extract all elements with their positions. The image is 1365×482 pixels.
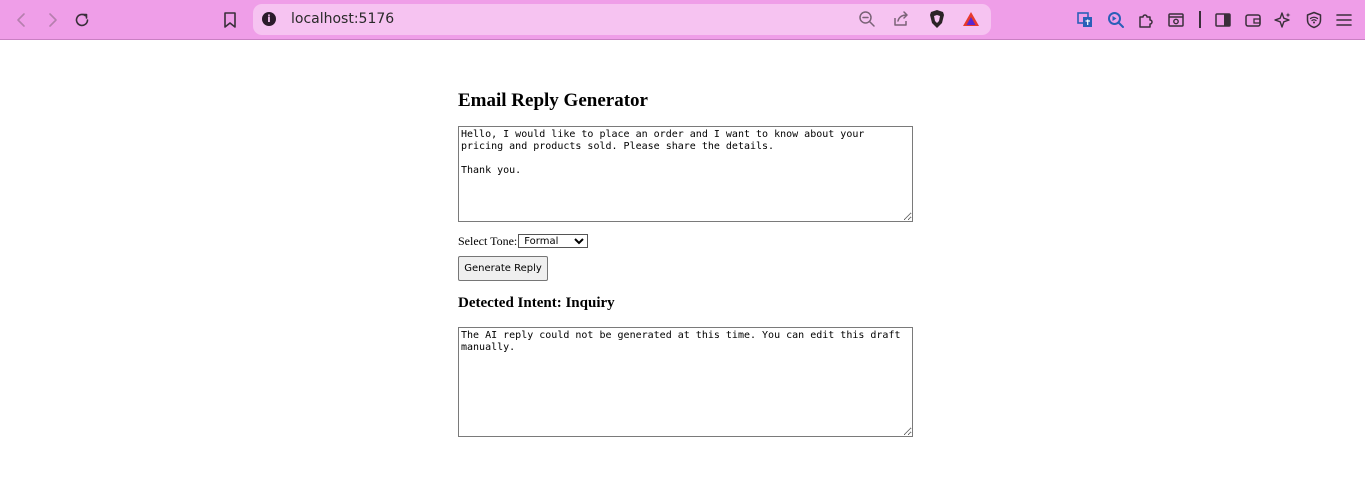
detected-intent: Detected Intent: Inquiry bbox=[458, 295, 615, 311]
reload-icon[interactable] bbox=[70, 8, 94, 32]
screenshot-icon[interactable] bbox=[1164, 8, 1188, 32]
brave-rewards-icon[interactable] bbox=[959, 7, 983, 31]
share-icon[interactable] bbox=[889, 7, 913, 31]
generate-reply-button[interactable]: Generate Reply bbox=[458, 256, 548, 281]
forward-icon[interactable] bbox=[40, 8, 64, 32]
sidebar-icon[interactable] bbox=[1211, 8, 1235, 32]
translate-icon[interactable] bbox=[1073, 8, 1097, 32]
url-text[interactable]: localhost:5176 bbox=[291, 11, 394, 27]
wallet-icon[interactable] bbox=[1241, 8, 1265, 32]
back-icon[interactable] bbox=[10, 8, 34, 32]
address-bar[interactable]: i localhost:5176 bbox=[253, 4, 991, 35]
zoom-out-icon[interactable] bbox=[855, 7, 879, 31]
bookmark-icon[interactable] bbox=[218, 8, 242, 32]
reply-output[interactable]: The AI reply could not be generated at t… bbox=[458, 327, 913, 437]
menu-icon[interactable] bbox=[1332, 8, 1356, 32]
tone-label: Select Tone: bbox=[458, 233, 518, 248]
email-input[interactable]: Hello, I would like to place an order an… bbox=[458, 126, 913, 222]
toolbar-divider bbox=[1199, 11, 1201, 28]
tone-select[interactable]: Formal bbox=[518, 234, 589, 248]
extensions-icon[interactable] bbox=[1134, 8, 1158, 32]
tone-row: Select Tone: Formal bbox=[458, 232, 589, 250]
vpn-icon[interactable] bbox=[1302, 8, 1326, 32]
leo-ai-icon[interactable] bbox=[1271, 8, 1295, 32]
brave-shields-icon[interactable] bbox=[925, 7, 949, 31]
browser-toolbar: i localhost:5176 bbox=[0, 0, 1365, 40]
lens-search-icon[interactable] bbox=[1104, 8, 1128, 32]
page-title: Email Reply Generator bbox=[458, 90, 648, 111]
site-info-icon[interactable]: i bbox=[262, 12, 276, 26]
